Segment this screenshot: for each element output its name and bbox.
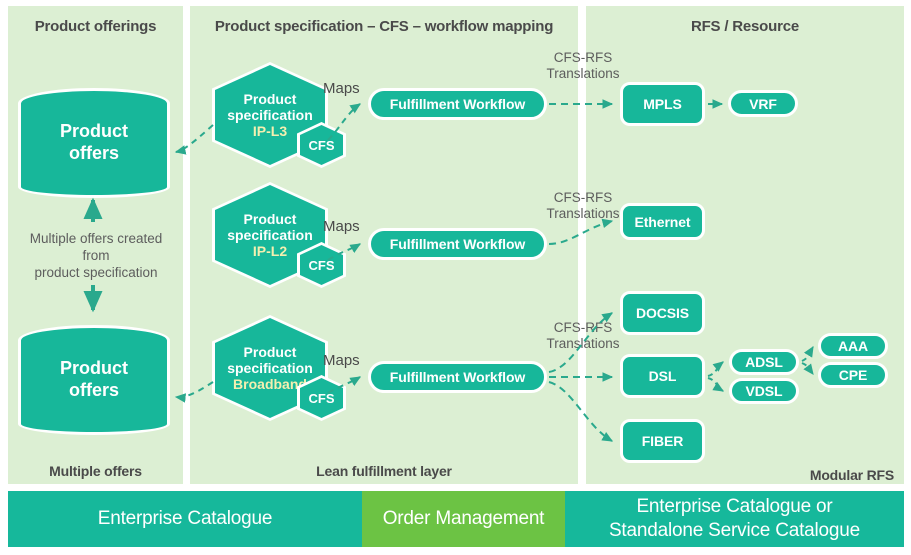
maps-label-2: Maps bbox=[323, 218, 360, 235]
resource-vrf[interactable]: VRF bbox=[728, 90, 798, 117]
resource-vdsl[interactable]: VDSL bbox=[729, 378, 799, 404]
column-footer-multiple-offers: Multiple offers bbox=[49, 463, 142, 479]
note-line-3: product specification bbox=[34, 264, 158, 280]
diagram-canvas: Product offerings Product specification … bbox=[0, 0, 911, 555]
translations-line-2: Translations bbox=[546, 336, 620, 352]
cfs-label: CFS bbox=[308, 257, 335, 273]
resource-label: DSL bbox=[648, 368, 677, 384]
resource-docsis[interactable]: DOCSIS bbox=[620, 291, 705, 335]
multiple-offers-note: Multiple offers created from product spe… bbox=[8, 231, 184, 282]
fulfillment-workflow-2[interactable]: Fulfillment Workflow bbox=[368, 228, 547, 260]
product-offers-bottom-line1: Product bbox=[59, 358, 128, 379]
column-title-product-specification: Product specification – CFS – workflow m… bbox=[214, 18, 554, 35]
translations-line-2: Translations bbox=[546, 66, 620, 82]
workflow-label: Fulfillment Workflow bbox=[389, 236, 526, 252]
workflow-label: Fulfillment Workflow bbox=[389, 96, 526, 112]
product-offers-top-line1: Product bbox=[59, 121, 128, 142]
spec-line-2: specification bbox=[227, 226, 313, 243]
resource-label: DOCSIS bbox=[635, 305, 690, 321]
resource-label: Ethernet bbox=[634, 213, 691, 230]
bottom-bar-label: Order Management bbox=[382, 508, 545, 530]
column-footer-lean-fulfillment-layer: Lean fulfillment layer bbox=[316, 463, 452, 479]
resource-ethernet[interactable]: Ethernet bbox=[620, 203, 705, 240]
workflow-label: Fulfillment Workflow bbox=[389, 369, 526, 385]
resource-adsl[interactable]: ADSL bbox=[729, 349, 799, 375]
bottom-bar-label-line2: Standalone Service Catalogue bbox=[608, 520, 861, 541]
spec-line-2: specification bbox=[227, 106, 313, 123]
spec-accent-label: Broadband bbox=[233, 376, 307, 393]
product-offers-bottom-label: Product offers bbox=[60, 358, 128, 401]
product-offers-top[interactable]: Product offers bbox=[18, 88, 170, 198]
product-offers-bottom[interactable]: Product offers bbox=[18, 325, 170, 435]
resource-mpls[interactable]: MPLS bbox=[620, 82, 705, 126]
spec-line-1: Product bbox=[243, 90, 297, 107]
maps-label-1: Maps bbox=[323, 80, 360, 97]
resource-label: AAA bbox=[837, 338, 869, 354]
product-offers-bottom-line2: offers bbox=[68, 380, 119, 400]
bottom-bar-order-management[interactable]: Order Management bbox=[362, 491, 565, 547]
note-line-2: from bbox=[82, 247, 110, 263]
column-title-product-offerings: Product offerings bbox=[34, 18, 157, 35]
translations-line-1: CFS-RFS bbox=[553, 190, 613, 205]
spec-accent-label: IP-L2 bbox=[252, 243, 288, 260]
resource-label: ADSL bbox=[745, 354, 783, 370]
spec-line-1: Product bbox=[243, 343, 297, 360]
spec-line-1: Product bbox=[243, 210, 297, 227]
product-offers-top-label: Product offers bbox=[60, 121, 128, 164]
resource-label: VRF bbox=[749, 95, 777, 112]
cfs-label: CFS bbox=[308, 390, 335, 406]
resource-label: FIBER bbox=[641, 433, 684, 449]
cfs-label: CFS bbox=[308, 137, 335, 153]
resource-cpe[interactable]: CPE bbox=[818, 362, 888, 388]
spec-line-2: specification bbox=[227, 359, 313, 376]
resource-aaa[interactable]: AAA bbox=[818, 333, 888, 359]
maps-label-3: Maps bbox=[323, 352, 360, 369]
resource-label: CPE bbox=[838, 367, 868, 383]
resource-label: VDSL bbox=[745, 383, 783, 399]
resource-dsl[interactable]: DSL bbox=[620, 354, 705, 398]
fulfillment-workflow-3[interactable]: Fulfillment Workflow bbox=[368, 361, 547, 393]
product-offers-top-line2: offers bbox=[68, 143, 119, 163]
resource-label: MPLS bbox=[643, 96, 682, 112]
spec-accent-label: IP-L3 bbox=[252, 123, 288, 140]
translations-line-1: CFS-RFS bbox=[553, 50, 613, 65]
bottom-bar-label-line1: Enterprise Catalogue or bbox=[636, 496, 833, 518]
fulfillment-workflow-1[interactable]: Fulfillment Workflow bbox=[368, 88, 547, 120]
bottom-bar-standalone-service-catalogue[interactable]: Enterprise Catalogue or Standalone Servi… bbox=[565, 491, 904, 547]
note-line-1: Multiple offers created bbox=[29, 231, 163, 246]
resource-fiber[interactable]: FIBER bbox=[620, 419, 705, 463]
bottom-bar-enterprise-catalogue[interactable]: Enterprise Catalogue bbox=[8, 491, 362, 547]
bottom-bar-label: Enterprise Catalogue bbox=[97, 508, 273, 530]
cfs-rfs-translations-1: CFS-RFS Translations bbox=[528, 50, 638, 82]
column-footer-modular-rfs: Modular RFS bbox=[809, 467, 894, 483]
column-title-rfs-resource: RFS / Resource bbox=[690, 18, 800, 35]
